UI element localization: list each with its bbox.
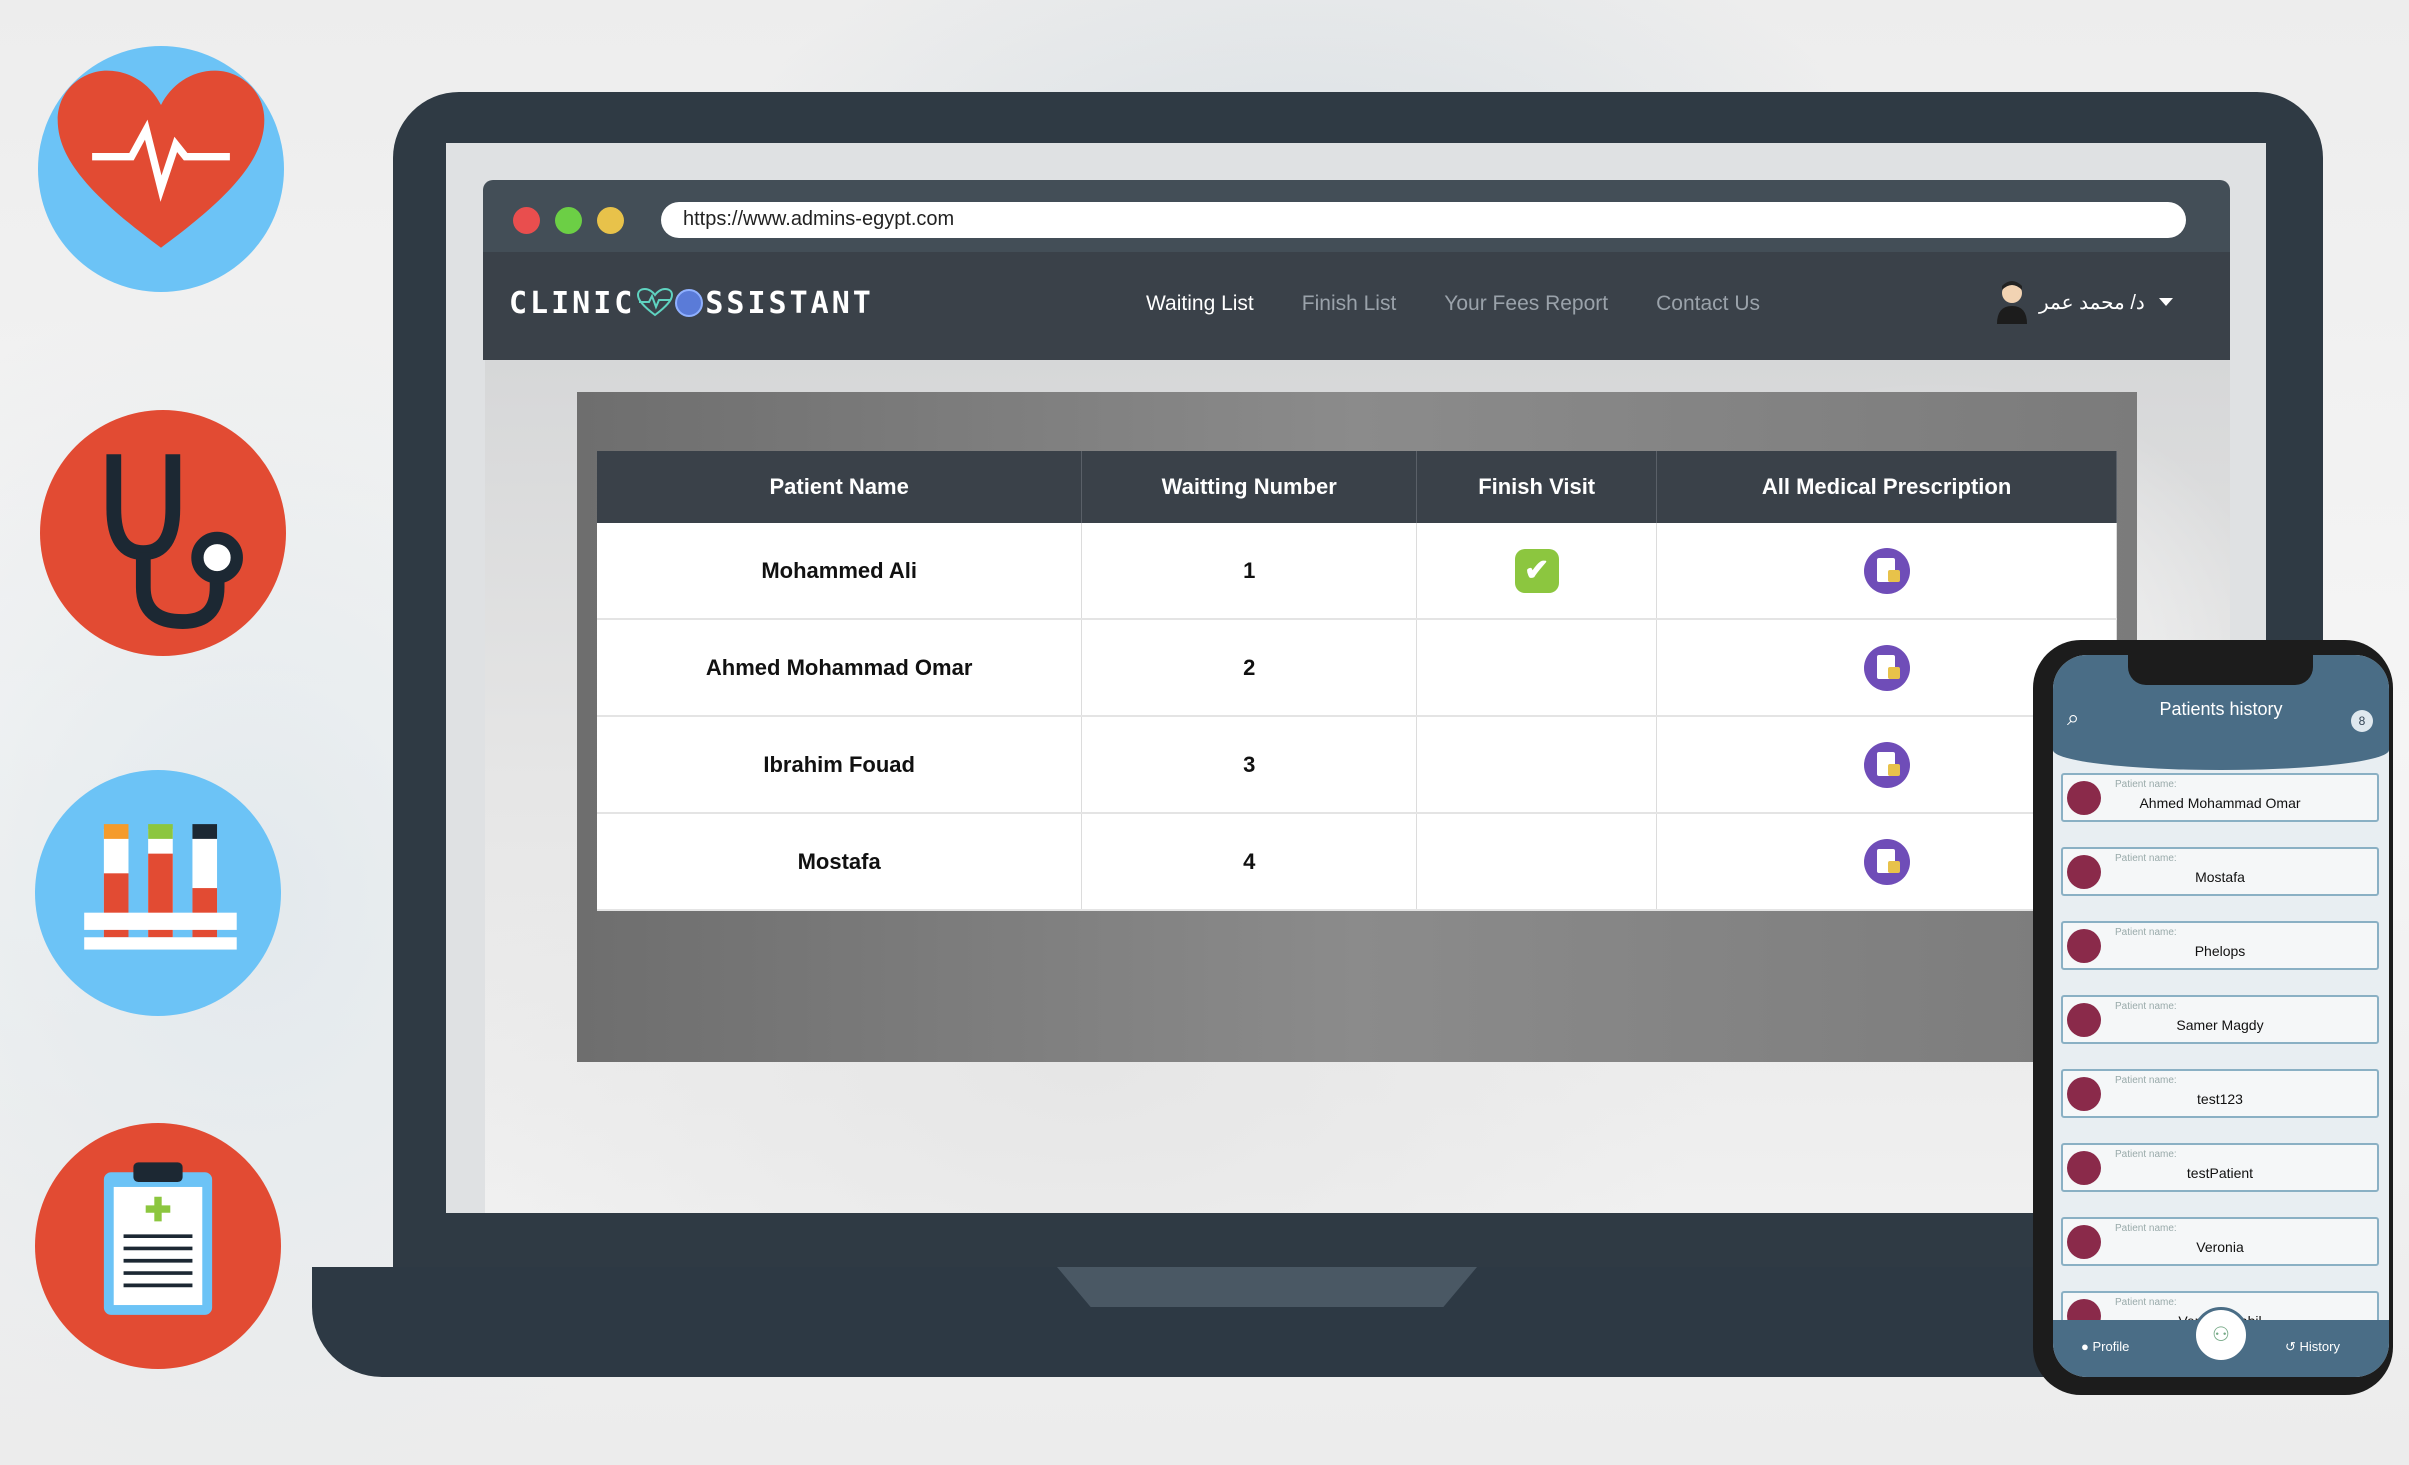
- patient-name: Ibrahim Fouad: [597, 716, 1083, 814]
- count-badge: 8: [2351, 710, 2373, 732]
- check-icon[interactable]: ✔: [1514, 548, 1559, 593]
- clipboard-icon: [35, 1123, 281, 1369]
- history-icon: ↺: [2285, 1339, 2296, 1354]
- finish-visit-cell[interactable]: [1416, 619, 1658, 717]
- waiting-list-table: Patient Name Waitting Number Finish Visi…: [597, 451, 2117, 911]
- list-item[interactable]: Patient name: Phelops: [2061, 921, 2379, 970]
- list-item[interactable]: Patient name: Veronia: [2061, 1217, 2379, 1266]
- finish-visit-cell[interactable]: [1416, 716, 1658, 814]
- prescription-icon[interactable]: [1863, 644, 1910, 691]
- list-item[interactable]: Patient name: test123: [2061, 1069, 2379, 1118]
- waiting-number: 3: [1081, 716, 1418, 814]
- nav-finish-list[interactable]: Finish List: [1302, 292, 1397, 316]
- nav-contact-us[interactable]: Contact Us: [1656, 292, 1760, 316]
- test-tubes-icon: [35, 770, 281, 1016]
- browser-toolbar: https://www.admins-egypt.com: [483, 180, 2230, 252]
- heartbeat-logo-icon: [637, 287, 674, 317]
- maximize-window-button[interactable]: [555, 207, 582, 234]
- phone-title: Patients history: [2159, 699, 2283, 719]
- chevron-down-icon[interactable]: [2158, 298, 2173, 306]
- stethoscope-icon: [40, 410, 286, 656]
- header-patient-name: Patient Name: [597, 451, 1083, 523]
- user-menu[interactable]: د/ محمد عمر: [1995, 280, 2173, 324]
- phone-screen: ⌕ Patients history 8 Patient name: Ahmed …: [2053, 655, 2389, 1377]
- waiting-number: 1: [1081, 523, 1418, 620]
- table-row: Ahmed Mohammad Omar 2: [597, 619, 2117, 717]
- nav-fees-report[interactable]: Your Fees Report: [1444, 292, 1608, 316]
- profile-icon: ●: [2081, 1339, 2089, 1354]
- globe-logo-icon: [675, 289, 704, 317]
- prescription-icon[interactable]: [1863, 741, 1910, 788]
- patients-fab-button[interactable]: ⚇: [2193, 1307, 2249, 1363]
- header-waiting-number: Waitting Number: [1081, 451, 1418, 523]
- address-bar[interactable]: https://www.admins-egypt.com: [661, 202, 2186, 238]
- header-prescriptions: All Medical Prescription: [1656, 451, 2117, 523]
- list-item[interactable]: Patient name: Samer Magdy: [2061, 995, 2379, 1044]
- list-item[interactable]: Patient name: Ahmed Mohammad Omar: [2061, 773, 2379, 822]
- clinic-assistant-logo[interactable]: CLINIC SSISTANT: [509, 286, 874, 321]
- table-row: Mohammed Ali 1 ✔: [597, 523, 2117, 620]
- phone-notch: [2128, 655, 2313, 685]
- patient-history-list: Patient name: Ahmed Mohammad Omar Patient…: [2061, 773, 2379, 1365]
- header-finish-visit: Finish Visit: [1416, 451, 1658, 523]
- minimize-window-button[interactable]: [597, 207, 624, 234]
- list-item[interactable]: Patient name: testPatient: [2061, 1143, 2379, 1192]
- table-row: Mostafa 4: [597, 813, 2117, 911]
- waiting-number: 4: [1081, 813, 1418, 911]
- prescription-icon[interactable]: [1863, 547, 1910, 594]
- list-item[interactable]: Patient name: Mostafa: [2061, 847, 2379, 896]
- heart-pulse-icon: [38, 46, 284, 292]
- waiting-number: 2: [1081, 619, 1418, 717]
- prescription-icon[interactable]: [1863, 838, 1910, 885]
- tab-profile[interactable]: ● Profile: [2081, 1339, 2129, 1354]
- laptop-base: [312, 1267, 2222, 1377]
- close-window-button[interactable]: [513, 207, 540, 234]
- tab-history[interactable]: ↺ History: [2285, 1339, 2340, 1355]
- patient-name: Mostafa: [597, 813, 1083, 911]
- nav-waiting-list[interactable]: Waiting List: [1146, 292, 1254, 316]
- user-avatar-icon: [1997, 281, 2027, 324]
- patient-name: Ahmed Mohammad Omar: [597, 619, 1083, 717]
- finish-visit-cell[interactable]: [1416, 813, 1658, 911]
- table-row: Ibrahim Fouad 3: [597, 716, 2117, 814]
- top-navbar: CLINIC SSISTANT Waiting List Finish List …: [483, 252, 2230, 360]
- user-name: د/ محمد عمر: [2039, 291, 2145, 314]
- patient-name: Mohammed Ali: [597, 523, 1083, 620]
